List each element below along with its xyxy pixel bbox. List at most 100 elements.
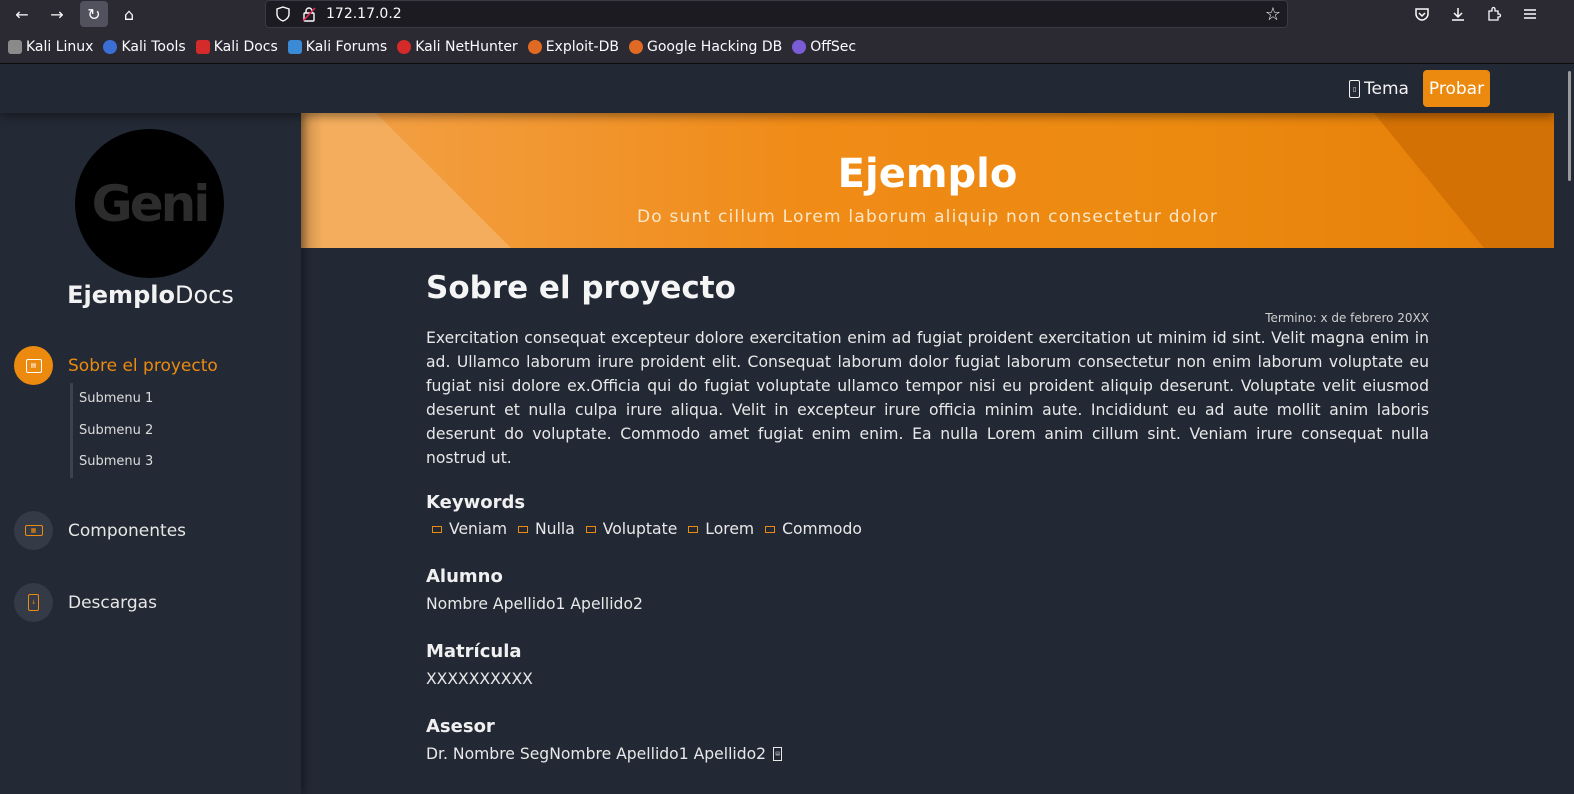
pocket-icon[interactable] xyxy=(1412,4,1432,24)
sidebar-item-label: Sobre el proyecto xyxy=(68,355,218,376)
kali-forums-icon xyxy=(287,39,302,54)
nav-circle: ▦ xyxy=(14,511,53,550)
offsec-icon xyxy=(792,39,807,54)
keywords-list: Veniam Nulla Voluptate Lorem Commodo xyxy=(432,520,873,538)
bookmark-kali-docs[interactable]: Kali Docs xyxy=(195,38,278,55)
components-icon: ▦ xyxy=(24,525,43,536)
keyword-label: Lorem xyxy=(705,520,755,538)
submenu: Submenu 1 Submenu 2 Submenu 3 xyxy=(70,383,270,478)
advisor-heading: Asesor xyxy=(426,716,495,737)
keywords-heading: Keywords xyxy=(426,492,526,513)
try-button[interactable]: Probar xyxy=(1423,70,1490,107)
keyword-tag: Lorem xyxy=(688,520,754,538)
bookmark-kali-forums[interactable]: Kali Forums xyxy=(287,38,388,55)
term-date: Termino: x de febrero 20XX xyxy=(1265,311,1429,325)
lock-insecure-icon[interactable] xyxy=(302,6,316,22)
student-name: Nombre Apellido1 Apellido2 xyxy=(426,595,643,613)
theme-button[interactable]: ▯ Tema xyxy=(1349,77,1409,101)
bookmark-label: Kali Tools xyxy=(121,38,186,55)
bookmark-label: Kali Docs xyxy=(213,38,278,55)
browser-toolbar: ← → ↻ ⌂ 172.17.0.2 ☆ xyxy=(0,0,1574,30)
back-icon[interactable]: ← xyxy=(8,1,36,27)
theme-label: Tema xyxy=(1364,79,1409,99)
bookmark-kali-tools[interactable]: Kali Tools xyxy=(103,38,186,55)
bookmark-kali-linux[interactable]: Kali Linux xyxy=(8,39,93,55)
shield-icon[interactable] xyxy=(276,6,290,22)
home-icon[interactable]: ⌂ xyxy=(115,1,143,27)
document-icon[interactable]: ▤ xyxy=(773,747,783,761)
scrollbar-thumb[interactable] xyxy=(1568,71,1571,181)
download-icon[interactable] xyxy=(1448,4,1468,24)
bookmarks-bar: Kali Linux Kali Tools Kali Docs Kali For… xyxy=(0,30,1574,64)
url-bar[interactable]: 172.17.0.2 ☆ xyxy=(265,0,1288,28)
sidebar-item-sobre-el-proyecto[interactable]: ▤ Sobre el proyecto xyxy=(14,346,218,385)
extensions-icon[interactable] xyxy=(1484,4,1504,24)
google-hacking-db-icon xyxy=(628,39,643,54)
submenu-item-3[interactable]: Submenu 3 xyxy=(79,446,270,478)
url-text[interactable]: 172.17.0.2 xyxy=(326,6,402,22)
bookmark-kali-nethunter[interactable]: Kali NetHunter xyxy=(397,38,518,55)
reload-icon[interactable]: ↻ xyxy=(80,1,108,27)
logo-text: Geni xyxy=(91,174,211,233)
id-heading: Matrícula xyxy=(426,641,522,662)
bookmark-label: Exploit-DB xyxy=(545,38,619,55)
submenu-item-1[interactable]: Submenu 1 xyxy=(79,383,270,415)
keyword-tag: Voluptate xyxy=(585,520,678,538)
top-navbar: ▯ Tema Probar xyxy=(0,65,1554,113)
id-value: XXXXXXXXXX xyxy=(426,670,533,688)
brand-name: EjemploDocs xyxy=(0,281,301,309)
sidebar-item-componentes[interactable]: ▦ Componentes xyxy=(14,511,186,550)
keyword-label: Nulla xyxy=(535,520,575,538)
menu-icon[interactable] xyxy=(1520,4,1540,24)
tag-icon xyxy=(585,525,596,533)
bookmark-label: Kali Linux xyxy=(26,38,94,55)
tag-icon xyxy=(432,525,442,533)
bookmark-star-icon[interactable]: ☆ xyxy=(1265,4,1281,25)
sidebar-item-label: Descargas xyxy=(68,592,157,613)
sidebar: Geni EjemploDocs ▤ Sobre el proyecto Sub… xyxy=(0,113,301,794)
keyword-tag: Commodo xyxy=(765,520,862,538)
bookmark-label: OffSec xyxy=(810,38,857,55)
tag-icon xyxy=(518,525,529,533)
bookmark-google-hacking-db[interactable]: Google Hacking DB xyxy=(628,38,783,55)
keyword-label: Commodo xyxy=(782,520,862,538)
exploit-db-icon xyxy=(527,39,542,54)
description-paragraph: Exercitation consequat excepteur dolore … xyxy=(426,329,1429,467)
book-icon: ▤ xyxy=(25,358,42,373)
keyword-tag: Nulla xyxy=(518,520,575,538)
bookmark-label: Google Hacking DB xyxy=(646,38,783,55)
kali-nethunter-icon xyxy=(397,39,412,54)
kali-linux-icon xyxy=(8,39,22,54)
tag-icon xyxy=(688,525,699,533)
keyword-tag: Veniam xyxy=(432,520,507,538)
bookmark-offsec[interactable]: OffSec xyxy=(792,39,856,55)
bookmark-label: Kali Forums xyxy=(305,38,388,55)
advisor-row: Dr. Nombre SegNombre Apellido1 Apellido2… xyxy=(426,745,783,763)
sidebar-item-label: Componentes xyxy=(68,520,187,541)
kali-docs-icon xyxy=(195,39,210,54)
scrollbar[interactable] xyxy=(1554,65,1574,794)
submenu-item-2[interactable]: Submenu 2 xyxy=(79,415,270,447)
hero-title: Ejemplo xyxy=(837,151,1018,197)
page: ▯ Tema Probar Geni EjemploDocs ▤ Sobre e… xyxy=(0,65,1554,794)
sidebar-item-descargas[interactable]: ↓ Descargas xyxy=(14,583,157,622)
download-icon: ↓ xyxy=(28,594,39,611)
brand-bold: Ejemplo xyxy=(67,281,175,309)
forward-icon[interactable]: → xyxy=(43,1,71,27)
brand-light: Docs xyxy=(174,281,234,309)
logo: Geni xyxy=(75,129,224,278)
bookmark-exploit-db[interactable]: Exploit-DB xyxy=(527,38,619,55)
hero-banner: Ejemplo Do sunt cillum Lorem laborum ali… xyxy=(301,113,1554,248)
tag-icon xyxy=(765,525,776,533)
keyword-label: Veniam xyxy=(449,520,508,538)
keyword-label: Voluptate xyxy=(602,520,678,538)
page-title: Sobre el proyecto xyxy=(426,270,736,306)
kali-tools-icon xyxy=(103,39,118,54)
theme-icon: ▯ xyxy=(1349,80,1360,98)
bookmark-label: Kali NetHunter xyxy=(415,38,518,55)
advisor-name: Dr. Nombre SegNombre Apellido1 Apellido2 xyxy=(426,745,767,763)
student-heading: Alumno xyxy=(426,566,503,587)
main-content: Sobre el proyecto Termino: x de febrero … xyxy=(426,270,1429,763)
hero-subtitle: Do sunt cillum Lorem laborum aliquip non… xyxy=(636,207,1219,227)
nav-circle: ↓ xyxy=(14,583,53,622)
